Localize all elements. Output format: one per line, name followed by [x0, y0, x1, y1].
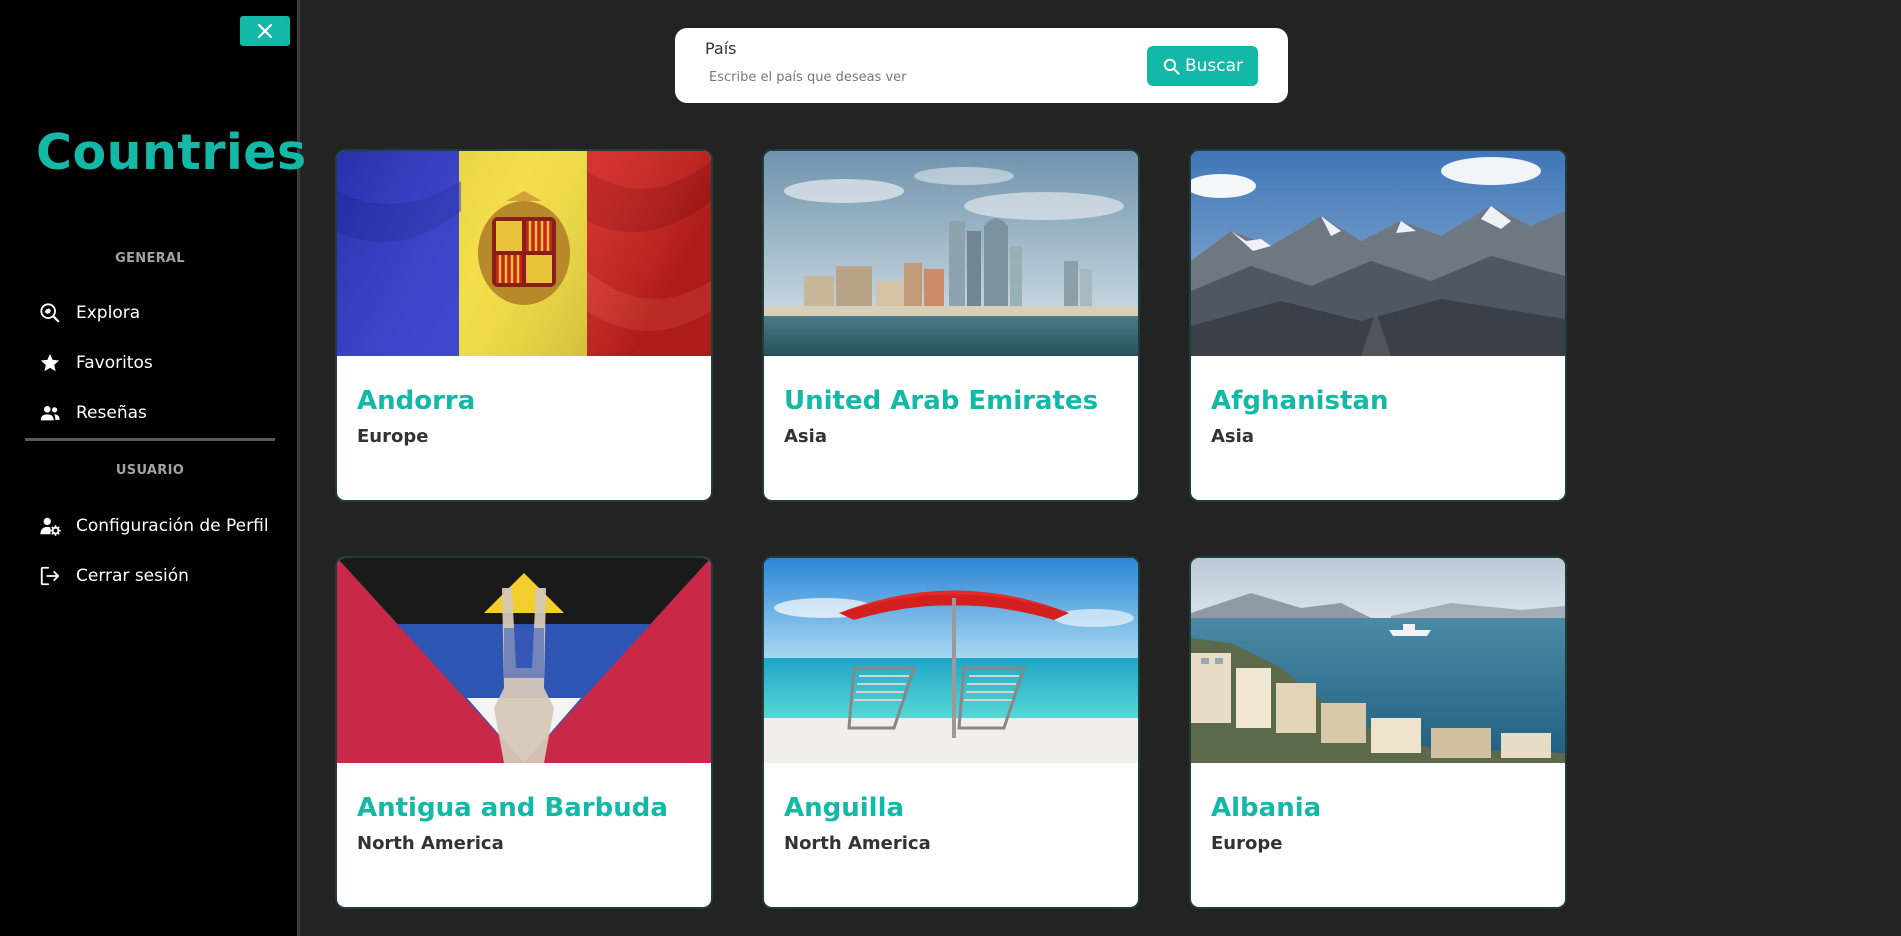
search-button[interactable]: Buscar: [1147, 46, 1258, 86]
country-region: North America: [784, 833, 931, 854]
search-panel: País Buscar: [675, 28, 1288, 103]
sidebar-item-favoritos[interactable]: Favoritos: [38, 348, 153, 378]
sidebar-divider: [25, 438, 275, 441]
country-image-antigua-and-barbuda: [337, 558, 711, 763]
sidebar: Countries GENERAL Explora Favoritos Rese…: [0, 0, 306, 936]
sidebar-item-cerrar-sesion[interactable]: Cerrar sesión: [38, 561, 189, 591]
country-image-andorra: [337, 151, 711, 356]
country-card[interactable]: Antigua and Barbuda North America: [337, 558, 711, 907]
section-label-usuario: USUARIO: [115, 463, 185, 478]
country-name: Andorra: [357, 386, 476, 416]
users-icon: [38, 401, 62, 425]
sidebar-item-resenas[interactable]: Reseñas: [38, 398, 147, 428]
close-icon: [257, 23, 273, 39]
search-input[interactable]: [705, 64, 1135, 90]
country-name: Albania: [1211, 793, 1322, 823]
country-image-afghanistan: [1191, 151, 1565, 356]
country-region: North America: [357, 833, 504, 854]
search-label: País: [705, 39, 737, 58]
country-image-united-arab-emirates: [764, 151, 1138, 356]
search-button-label: Buscar: [1184, 56, 1244, 76]
country-card[interactable]: Andorra Europe: [337, 151, 711, 500]
sidebar-item-label: Favoritos: [76, 353, 153, 373]
sidebar-item-label: Cerrar sesión: [76, 566, 189, 586]
sidebar-item-label: Configuración de Perfil: [76, 516, 269, 536]
sidebar-item-label: Reseñas: [76, 403, 147, 423]
explore-icon: [38, 301, 62, 325]
country-region: Asia: [784, 426, 827, 447]
country-card[interactable]: Anguilla North America: [764, 558, 1138, 907]
user-settings-icon: [38, 514, 62, 538]
close-sidebar-button[interactable]: [240, 16, 290, 46]
sidebar-item-explora[interactable]: Explora: [38, 298, 140, 328]
country-name: Afghanistan: [1211, 386, 1389, 416]
sidebar-item-configuracion[interactable]: Configuración de Perfil: [38, 511, 269, 541]
country-card[interactable]: Albania Europe: [1191, 558, 1565, 907]
country-region: Europe: [357, 426, 429, 447]
search-icon: [1162, 57, 1181, 76]
country-card[interactable]: United Arab Emirates Asia: [764, 151, 1138, 500]
country-name: Antigua and Barbuda: [357, 793, 668, 823]
country-card[interactable]: Afghanistan Asia: [1191, 151, 1565, 500]
country-image-anguilla: [764, 558, 1138, 763]
country-name: United Arab Emirates: [784, 386, 1099, 416]
country-region: Asia: [1211, 426, 1254, 447]
sidebar-item-label: Explora: [76, 303, 141, 323]
country-region: Europe: [1211, 833, 1283, 854]
star-icon: [38, 351, 62, 375]
country-image-albania: [1191, 558, 1565, 763]
section-label-general: GENERAL: [115, 251, 185, 266]
logout-icon: [38, 564, 62, 588]
country-name: Anguilla: [784, 793, 905, 823]
brand-title: Countries: [36, 124, 307, 181]
